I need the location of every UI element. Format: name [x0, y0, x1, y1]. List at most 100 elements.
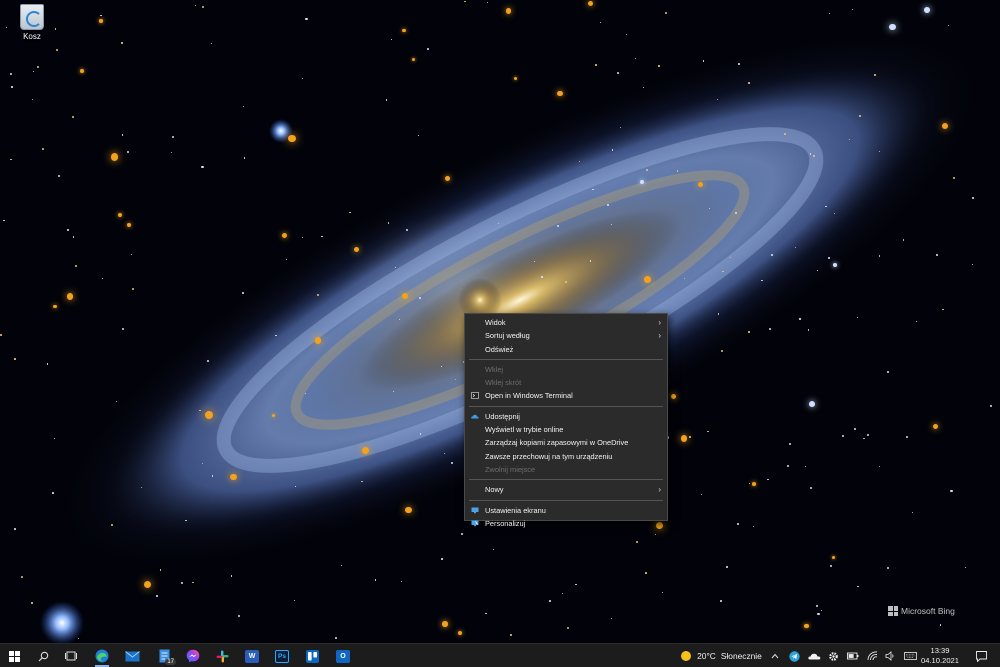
trello-app[interactable]: [298, 644, 326, 667]
background-star: [485, 612, 487, 615]
watermark-text: Microsoft Bing: [901, 606, 955, 616]
notification-center-button[interactable]: [972, 644, 990, 667]
photoshop-app[interactable]: Ps: [268, 644, 296, 667]
background-star: [201, 165, 204, 168]
background-star: [716, 98, 718, 100]
word-app[interactable]: W: [238, 644, 266, 667]
background-star: [640, 179, 645, 184]
show-hidden-icons-button[interactable]: [768, 644, 782, 667]
background-star: [698, 181, 704, 187]
slack-app[interactable]: [208, 644, 236, 667]
messenger-app[interactable]: [179, 644, 207, 667]
background-star: [192, 581, 194, 584]
background-star: [829, 564, 832, 567]
chevron-up-icon: [771, 653, 779, 659]
slack-icon: [216, 650, 228, 662]
background-star: [140, 486, 142, 488]
onedrive-tray-icon[interactable]: [806, 644, 822, 667]
background-star: [816, 270, 818, 271]
menu-item-view[interactable]: Widok ›: [465, 316, 667, 329]
task-view-icon: [65, 651, 77, 661]
background-star: [10, 158, 12, 161]
menu-item-share[interactable]: Udostępnij: [465, 410, 667, 423]
background-star: [799, 318, 802, 320]
background-star: [206, 359, 209, 362]
weather-widget[interactable]: 20°C Słonecznie: [676, 644, 766, 667]
outlook-app[interactable]: O: [329, 644, 357, 667]
task-view-button[interactable]: [57, 644, 85, 667]
clock[interactable]: 13:39 04.10.2021: [918, 646, 962, 666]
menu-item-label: Ustawienia ekranu: [485, 505, 546, 515]
background-star: [611, 149, 614, 151]
edge-icon: [95, 649, 109, 663]
menu-item-sort-by[interactable]: Sortuj według ›: [465, 329, 667, 342]
menu-item-label: Zawsze przechowuj na tym urządzeniu: [485, 451, 613, 461]
files-app[interactable]: 17: [150, 644, 178, 667]
menu-item-personalize[interactable]: Personalizuj: [465, 517, 667, 530]
settings-gear-icon: [828, 651, 838, 661]
keyboard-tray-icon[interactable]: [902, 644, 918, 667]
sun-icon: [681, 651, 692, 661]
background-star: [121, 42, 123, 44]
background-star: [748, 81, 750, 84]
telegram-icon: [788, 650, 800, 662]
background-star: [302, 236, 304, 238]
menu-item-label: Nowy: [485, 485, 504, 495]
background-star: [720, 349, 723, 352]
background-star: [853, 428, 856, 430]
background-star: [99, 19, 103, 23]
menu-item-open-terminal[interactable]: Open in Windows Terminal: [465, 389, 667, 402]
bing-watermark: Microsoft Bing: [888, 606, 955, 616]
menu-item-always-keep[interactable]: Zawsze przechowuj na tym urządzeniu: [465, 450, 667, 463]
background-star: [111, 153, 119, 161]
onedrive-icon: [807, 653, 820, 660]
windows-logo-icon: [8, 650, 20, 662]
background-star: [645, 572, 647, 575]
background-star: [808, 401, 815, 408]
notification-icon: [975, 650, 987, 662]
background-star: [848, 138, 850, 140]
background-star: [795, 246, 796, 248]
background-star: [950, 489, 953, 492]
telegram-tray-icon[interactable]: [786, 644, 802, 667]
background-star: [972, 196, 975, 199]
background-star: [0, 333, 2, 336]
menu-separator: [469, 499, 663, 501]
background-star: [804, 623, 809, 628]
background-star: [242, 292, 245, 294]
edge-app[interactable]: [88, 644, 116, 667]
background-star: [644, 275, 651, 283]
start-button[interactable]: [0, 644, 28, 667]
search-button[interactable]: [29, 644, 57, 667]
background-star: [915, 320, 917, 322]
background-star: [316, 293, 319, 296]
menu-item-manage-backups[interactable]: Zarządzaj kopiami zapasowymi w OneDrive: [465, 436, 667, 449]
background-star: [288, 134, 296, 143]
menu-item-refresh[interactable]: Odśwież: [465, 343, 667, 356]
menu-item-view-online[interactable]: Wyświetl w trybie online: [465, 423, 667, 436]
settings-tray-icon[interactable]: [825, 644, 841, 667]
background-star: [807, 329, 809, 331]
battery-tray-icon[interactable]: [845, 644, 861, 667]
background-star: [866, 434, 869, 437]
chevron-right-icon: ›: [658, 331, 661, 341]
volume-tray-icon[interactable]: [882, 644, 898, 667]
menu-item-display-settings[interactable]: Ustawienia ekranu: [465, 504, 667, 517]
chevron-right-icon: ›: [658, 485, 661, 495]
background-star: [700, 493, 702, 495]
background-star: [243, 105, 244, 107]
microsoft-logo-icon: [888, 606, 898, 616]
wifi-tray-icon[interactable]: [864, 644, 880, 667]
desktop-icon-recycle-bin[interactable]: Kosz: [12, 2, 52, 41]
background-star: [230, 575, 233, 577]
desktop-icon-label: Kosz: [23, 32, 41, 41]
background-star: [734, 211, 737, 214]
background-star: [79, 69, 84, 73]
menu-item-new[interactable]: Nowy ›: [465, 483, 667, 496]
notification-count-badge: 17: [165, 659, 176, 665]
mail-app[interactable]: [118, 644, 146, 667]
background-star: [911, 512, 913, 514]
background-star: [567, 626, 569, 629]
background-star: [54, 28, 56, 30]
desktop[interactable]: Kosz Microsoft Bing Widok › Sortuj według…: [0, 0, 1000, 643]
